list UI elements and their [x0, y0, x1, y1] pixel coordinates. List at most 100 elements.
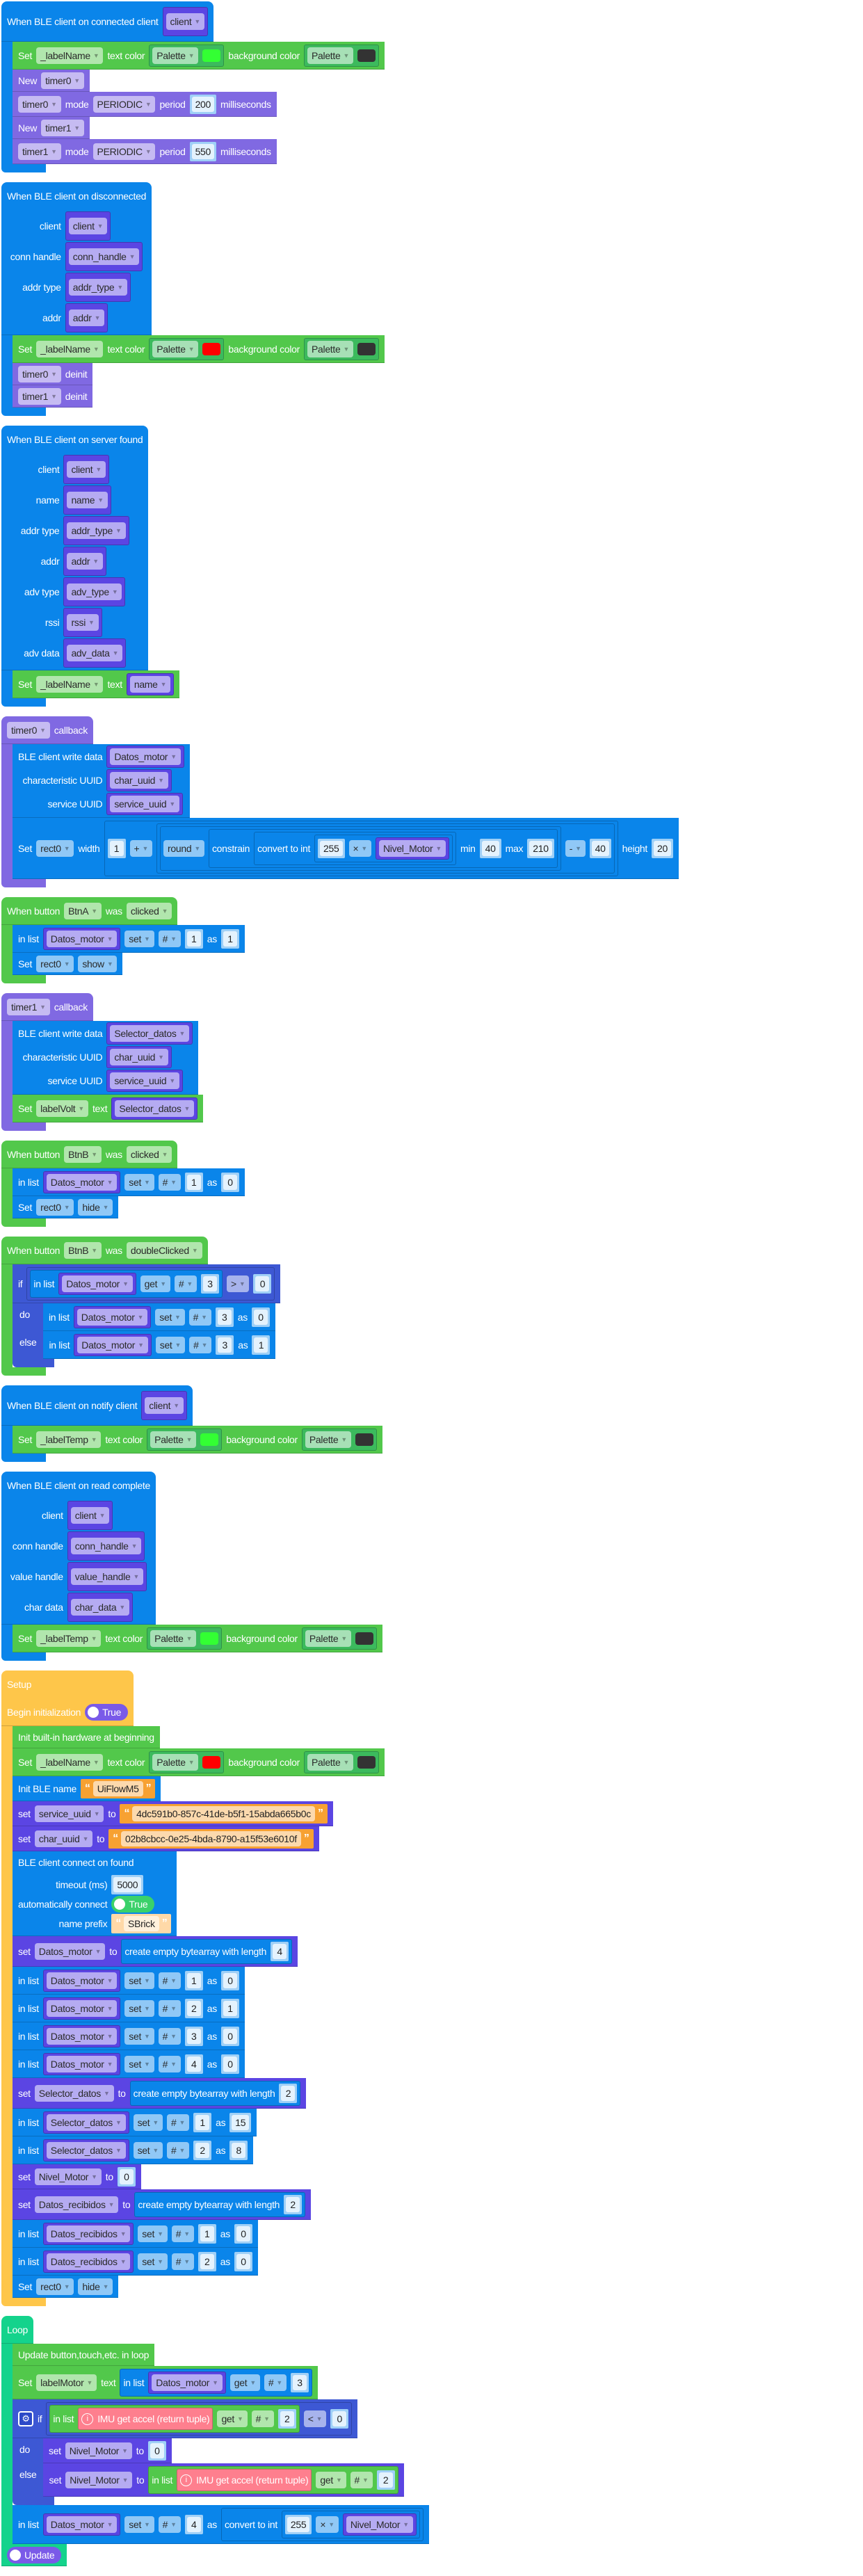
- when-ble-client-on-block[interactable]: When BLE client on connected client clien…: [1, 1, 863, 172]
- dropdown-field[interactable]: Datos_motor ▼: [76, 1309, 148, 1326]
- dropdown-field[interactable]: Datos_motor ▼: [62, 1275, 133, 1292]
- dropdown-field[interactable]: client ▼: [70, 1507, 110, 1524]
- set-block[interactable]: Set rect0 ▼ width 1 + ▼ round ▼ constrain convert …: [13, 818, 679, 879]
- char-uuid-reporter[interactable]: char_uuid ▼: [106, 1046, 172, 1068]
- dropdown-field[interactable]: Datos_recibidos ▼: [46, 2253, 131, 2270]
- dropdown-field[interactable]: labelMotor ▼: [36, 2374, 97, 2391]
- timer1-block[interactable]: timer1 ▼ mode PERIODIC ▼ period 550 millisecond…: [13, 139, 277, 164]
- dropdown-field[interactable]: + ▼: [129, 840, 153, 857]
- toggle-switch[interactable]: True: [85, 1704, 129, 1721]
- dropdown-field[interactable]: # ▼: [264, 2374, 287, 2391]
- dropdown-field[interactable]: # ▼: [188, 1309, 211, 1326]
- dropdown-field[interactable]: char_data ▼: [70, 1599, 129, 1616]
- convert-to-int-reporter[interactable]: convert to int 255 × ▼ Nivel_Motor ▼: [220, 2508, 424, 2541]
- timer1-block[interactable]: timer1 ▼ callback BLE client write data Sele…: [1, 993, 863, 1131]
- set-block[interactable]: Set rect0 ▼ hide ▼: [13, 2276, 119, 2298]
- event-block-group[interactable]: When BLE client on read complete client cl…: [1, 1472, 863, 1661]
- number-block[interactable]: 1: [193, 2113, 212, 2132]
- number-block[interactable]: 40: [589, 839, 611, 858]
- set-block[interactable]: set Nivel_Motor ▼ to 0: [13, 2164, 141, 2189]
- number-input[interactable]: 210: [529, 841, 552, 856]
- dropdown-field[interactable]: set ▼: [138, 2253, 168, 2270]
- number-block[interactable]: 0: [253, 1274, 272, 1294]
- set-block[interactable]: set Nivel_Motor ▼ to in list i IMU get accel (…: [43, 2463, 404, 2497]
- text-input[interactable]: 4dc591b0-857c-41de-b5f1-15abda665b0c: [132, 1806, 315, 1821]
- dropdown-field[interactable]: set ▼: [133, 2142, 163, 2159]
- color-swatch[interactable]: [357, 49, 376, 62]
- palette-reporter[interactable]: Palette ▼: [149, 45, 225, 67]
- dropdown-field[interactable]: doubleClicked ▼: [126, 1242, 202, 1259]
- number-input[interactable]: 8: [232, 2143, 246, 2158]
- dropdown-field[interactable]: Selector_datos ▼: [115, 1100, 195, 1117]
- datos-motor-reporter[interactable]: Datos_motor ▼: [42, 928, 121, 950]
- palette-reporter[interactable]: Palette ▼: [147, 1428, 223, 1451]
- dropdown-field[interactable]: rect0 ▼: [36, 840, 74, 857]
- ble-client-connect-on-block[interactable]: BLE client connect on found timeout (ms) 5…: [13, 1851, 177, 1936]
- dropdown-field[interactable]: char_uuid ▼: [110, 772, 168, 789]
- dropdown-field[interactable]: Datos_motor ▼: [46, 1174, 118, 1191]
- gear-icon[interactable]: ⚙: [18, 2411, 33, 2426]
- in-list-block[interactable]: in list Datos_motor ▼ set ▼ # ▼ 3 as 1: [43, 1331, 276, 1359]
- dropdown-field[interactable]: # ▼: [158, 2516, 181, 2533]
- number-block[interactable]: 1: [107, 839, 126, 858]
- number-input[interactable]: 255: [287, 2517, 310, 2532]
- number-input[interactable]: 1: [109, 841, 124, 856]
- number-block[interactable]: 0: [330, 2409, 349, 2429]
- nivel-motor-reporter[interactable]: Nivel_Motor ▼: [376, 837, 449, 860]
- dropdown-field[interactable]: Datos_recibidos ▼: [46, 2225, 131, 2242]
- color-swatch[interactable]: [202, 49, 221, 62]
- addr-type-reporter[interactable]: addr_type ▼: [65, 273, 131, 302]
- client-reporter[interactable]: client ▼: [63, 455, 109, 484]
- set-block[interactable]: set Datos_recibidos ▼ to create empty bytear…: [13, 2189, 312, 2220]
- number-block[interactable]: 2: [376, 2470, 395, 2490]
- color-swatch[interactable]: [202, 1756, 221, 1769]
- dropdown-field[interactable]: round ▼: [163, 840, 204, 857]
- datos-motor-reporter[interactable]: Datos_motor ▼: [74, 1334, 152, 1356]
- adv-data-reporter[interactable]: adv_data ▼: [63, 638, 127, 668]
- when-ble-client-on-block[interactable]: When BLE client on read complete client cl…: [1, 1472, 863, 1661]
- dropdown-field[interactable]: set ▼: [133, 2114, 163, 2131]
- when-ble-client-on-block[interactable]: When BLE client on server found client cli…: [1, 426, 863, 707]
- dropdown-field[interactable]: get ▼: [217, 2410, 248, 2427]
- set-block[interactable]: Set _labelName ▼ text color Palette ▼ backgrou…: [13, 1748, 385, 1776]
- dropdown-field[interactable]: timer1 ▼: [41, 120, 84, 136]
- convert-to-int-reporter[interactable]: convert to int 255 × ▼ Nivel_Motor ▼: [254, 832, 456, 865]
- conn-handle-reporter[interactable]: conn_handle ▼: [65, 242, 143, 271]
- in-list-block[interactable]: in list Datos_motor ▼ set ▼ # ▼ 3 as 0: [13, 2022, 245, 2050]
- number-block[interactable]: 5000: [111, 1875, 144, 1894]
- number-input[interactable]: 1: [195, 2115, 210, 2130]
- dropdown-field[interactable]: Datos_motor ▼: [152, 2374, 223, 2391]
- dropdown-field[interactable]: set ▼: [124, 1174, 154, 1191]
- number-input[interactable]: 2: [186, 2001, 201, 2016]
- when-button-block[interactable]: When button BtnA ▼ was clicked ▼ in list Datos_…: [1, 897, 863, 983]
- number-block[interactable]: 4: [184, 2054, 203, 2074]
- color-swatch[interactable]: [355, 1433, 373, 1446]
- set-block[interactable]: Set rect0 ▼ show ▼: [13, 953, 123, 975]
- value-handle-reporter[interactable]: value_handle ▼: [67, 1562, 147, 1591]
- dropdown-field[interactable]: char_uuid ▼: [110, 1049, 168, 1065]
- dropdown-field[interactable]: _labelName ▼: [36, 676, 104, 693]
- number-block[interactable]: 1: [220, 1999, 239, 2018]
- in-list-reporter[interactable]: in list Datos_motor ▼ get ▼ # ▼ 3: [30, 1270, 223, 1298]
- dropdown-field[interactable]: Palette ▼: [305, 1431, 351, 1448]
- dropdown-field[interactable]: name ▼: [129, 676, 171, 693]
- dropdown-field[interactable]: timer1 ▼: [18, 388, 61, 405]
- dropdown-field[interactable]: Palette ▼: [307, 47, 354, 64]
- number-input[interactable]: 5000: [113, 1877, 142, 1892]
- dropdown-field[interactable]: Palette ▼: [150, 1630, 197, 1647]
- dropdown-field[interactable]: client ▼: [166, 13, 205, 30]
- in-list-block[interactable]: in list Datos_recibidos ▼ set ▼ # ▼ 1 as 0: [13, 2220, 258, 2248]
- dropdown-field[interactable]: # ▼: [158, 2000, 181, 2017]
- dropdown-field[interactable]: name ▼: [67, 492, 108, 508]
- datos-motor-reporter[interactable]: Datos_motor ▼: [42, 1171, 121, 1193]
- -reporter[interactable]: 255 × ▼ Nivel_Motor ▼: [281, 2511, 420, 2538]
- number-block[interactable]: 15: [229, 2113, 252, 2132]
- number-block[interactable]: 255: [284, 2515, 312, 2534]
- dropdown-field[interactable]: # ▼: [350, 2472, 373, 2488]
- number-input[interactable]: 20: [654, 841, 671, 856]
- dropdown-field[interactable]: # ▼: [251, 2410, 274, 2427]
- dropdown-field[interactable]: set ▼: [124, 2516, 154, 2533]
- dropdown-field[interactable]: Datos_motor ▼: [46, 2028, 118, 2045]
- dropdown-field[interactable]: - ▼: [565, 840, 586, 857]
- dropdown-field[interactable]: set ▼: [124, 2000, 154, 2017]
